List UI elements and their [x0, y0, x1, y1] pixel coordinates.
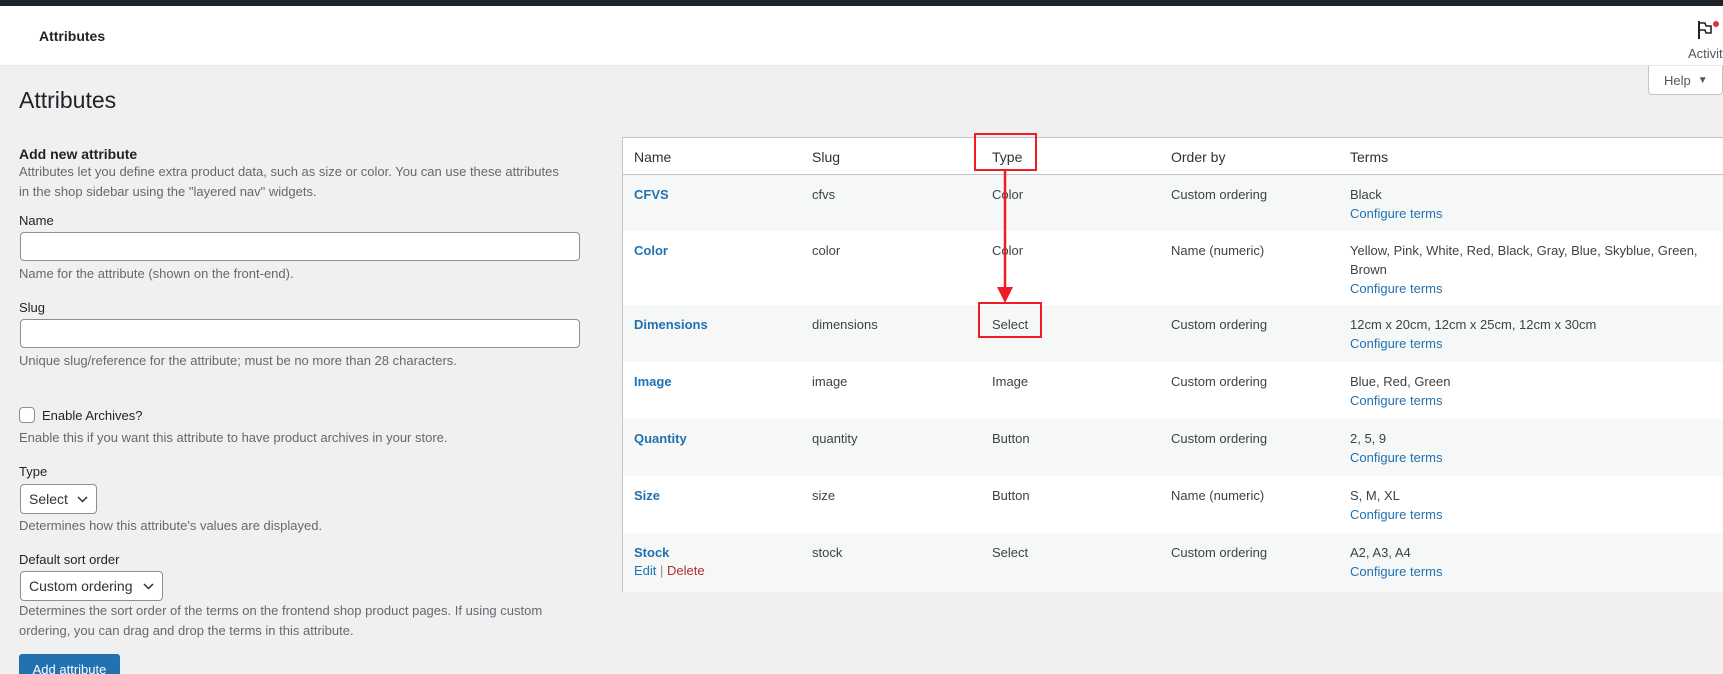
activity-label: Activity — [1688, 46, 1723, 61]
table-header: Name Slug Type Order by Terms — [623, 138, 1723, 175]
attribute-order-by: Custom ordering — [1171, 431, 1268, 446]
attribute-name-link[interactable]: Size — [634, 486, 660, 505]
configure-terms-link[interactable]: Configure terms — [1350, 279, 1710, 298]
table-row: Image image Image Custom ordering Blue, … — [623, 362, 1723, 419]
caret-down-icon: ▼ — [1697, 74, 1708, 86]
table-row: CFVS cfvs Color Custom ordering Black Co… — [623, 175, 1723, 231]
attribute-name-link[interactable]: Quantity — [634, 429, 687, 448]
attribute-name-link[interactable]: Stock — [634, 543, 669, 562]
attribute-type: Color — [992, 243, 1024, 258]
attributes-table: Name Slug Type Order by Terms CFVS cfvs … — [622, 137, 1723, 592]
attribute-slug: dimensions — [812, 317, 878, 332]
attribute-terms: Black — [1350, 187, 1382, 202]
attribute-name-link[interactable]: Color — [634, 241, 668, 260]
attribute-type: Button — [992, 431, 1030, 446]
form-intro: Attributes let you define extra product … — [19, 164, 559, 199]
table-row: Quantity quantity Button Custom ordering… — [623, 419, 1723, 476]
table-row: Stock Edit | Delete stock Select Custom … — [623, 533, 1723, 592]
attribute-slug: color — [812, 243, 841, 258]
name-description: Name for the attribute (shown on the fro… — [19, 266, 294, 281]
column-header-name[interactable]: Name — [634, 149, 671, 165]
attribute-slug: cfvs — [812, 187, 836, 202]
sort-order-label: Default sort order — [19, 552, 120, 567]
delete-link[interactable]: Delete — [667, 563, 705, 578]
page-title: Attributes — [19, 87, 117, 113]
row-action-separator: | — [660, 563, 664, 578]
archives-description: Enable this if you want this attribute t… — [19, 430, 448, 445]
enable-archives-checkbox[interactable] — [19, 407, 35, 423]
type-select-value: Select — [29, 491, 68, 507]
header-title: Attributes — [39, 28, 106, 44]
configure-terms-link[interactable]: Configure terms — [1350, 562, 1710, 581]
attribute-order-by: Custom ordering — [1171, 187, 1268, 202]
attribute-type: Select — [992, 545, 1029, 560]
attribute-terms: Yellow, Pink, White, Red, Black, Gray, B… — [1350, 243, 1698, 277]
edit-link[interactable]: Edit — [634, 563, 656, 578]
attribute-type: Color — [992, 187, 1024, 202]
attribute-slug: quantity — [812, 431, 858, 446]
attribute-name-link[interactable]: Dimensions — [634, 315, 708, 334]
attribute-type: Button — [992, 488, 1030, 503]
configure-terms-link[interactable]: Configure terms — [1350, 505, 1710, 524]
chevron-down-icon — [143, 583, 154, 590]
sort-order-description: Determines the sort order of the terms o… — [19, 603, 543, 638]
select-type-highlight — [978, 302, 1042, 338]
enable-archives-label[interactable]: Enable Archives? — [42, 408, 142, 423]
table-row: Dimensions dimensions Select Custom orde… — [623, 305, 1723, 362]
type-header-highlight — [974, 133, 1037, 171]
attribute-terms: Blue, Red, Green — [1350, 374, 1451, 389]
add-attribute-button[interactable]: Add attribute — [19, 654, 120, 674]
attribute-order-by: Custom ordering — [1171, 374, 1268, 389]
attribute-terms: 2, 5, 9 — [1350, 431, 1387, 446]
name-label: Name — [19, 213, 54, 228]
type-label: Type — [19, 464, 48, 479]
notification-dot — [1713, 21, 1719, 27]
table-row: Size size Button Name (numeric) S, M, XL… — [623, 476, 1723, 533]
attribute-type: Image — [992, 374, 1029, 389]
flag-icon — [1698, 21, 1712, 39]
sort-order-select[interactable]: Custom ordering — [20, 571, 163, 601]
column-header-order-by[interactable]: Order by — [1171, 149, 1225, 165]
attribute-slug: image — [812, 374, 848, 389]
column-header-slug[interactable]: Slug — [812, 149, 840, 165]
configure-terms-link[interactable]: Configure terms — [1350, 391, 1710, 410]
slug-description: Unique slug/reference for the attribute;… — [19, 353, 457, 368]
chevron-down-icon — [77, 496, 88, 503]
sort-order-value: Custom ordering — [29, 578, 133, 594]
slug-input[interactable] — [20, 319, 580, 348]
name-input[interactable] — [20, 232, 580, 261]
attribute-terms: S, M, XL — [1350, 488, 1400, 503]
attribute-name-link[interactable]: CFVS — [634, 185, 669, 204]
type-select[interactable]: Select — [20, 484, 97, 514]
attribute-slug: stock — [812, 545, 843, 560]
configure-terms-link[interactable]: Configure terms — [1350, 448, 1710, 467]
help-label: Help — [1664, 72, 1691, 88]
attribute-terms: A2, A3, A4 — [1350, 545, 1411, 560]
column-header-terms[interactable]: Terms — [1350, 149, 1388, 165]
type-description: Determines how this attribute's values a… — [19, 518, 323, 533]
attribute-order-by: Custom ordering — [1171, 545, 1268, 560]
help-tab-button[interactable]: Help ▼ — [1648, 66, 1723, 95]
attribute-order-by: Name (numeric) — [1171, 488, 1265, 503]
attribute-slug: size — [812, 488, 836, 503]
form-heading: Add new attribute — [19, 146, 138, 162]
activity-button[interactable]: Activity — [1686, 16, 1723, 66]
table-row: Color color Color Name (numeric) Yellow,… — [623, 231, 1723, 305]
attribute-terms: 12cm x 20cm, 12cm x 25cm, 12cm x 30cm — [1350, 317, 1597, 332]
configure-terms-link[interactable]: Configure terms — [1350, 334, 1710, 353]
page-header: Attributes Activity — [0, 6, 1723, 66]
slug-label: Slug — [19, 300, 46, 315]
attribute-order-by: Name (numeric) — [1171, 243, 1265, 258]
attribute-order-by: Custom ordering — [1171, 317, 1268, 332]
configure-terms-link[interactable]: Configure terms — [1350, 204, 1710, 223]
attribute-name-link[interactable]: Image — [634, 372, 672, 391]
row-actions: Edit | Delete — [634, 563, 705, 578]
